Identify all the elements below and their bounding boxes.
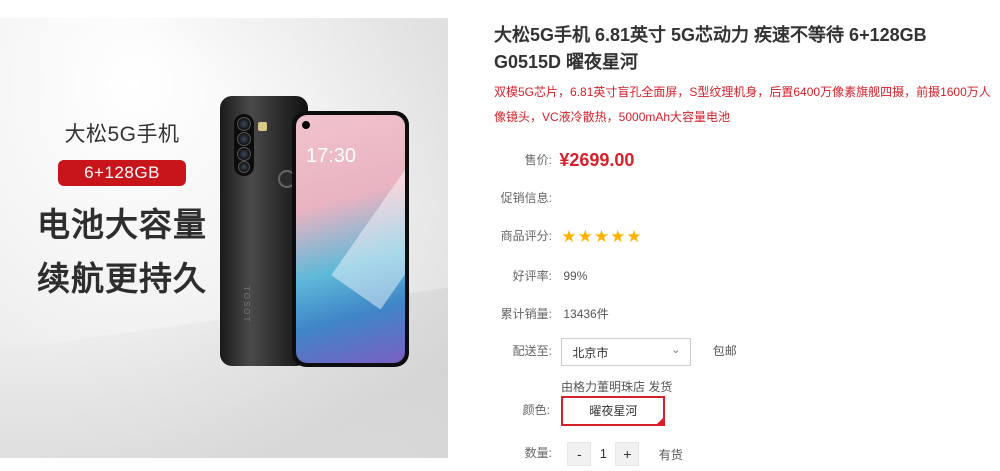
price-value: ¥2699.00 — [559, 150, 635, 170]
delivery-label: 配送至: — [512, 344, 552, 359]
promotion-row: 促销信息: — [494, 189, 552, 206]
color-option-selected[interactable]: 曜夜星河 — [561, 396, 666, 426]
color-option-label: 曜夜星河 — [589, 404, 638, 418]
sales-value: 13436件 — [563, 307, 609, 321]
delivery-city-value: 北京市 — [572, 346, 609, 360]
star-icon: ★ — [593, 227, 610, 246]
sales-label: 累计销量: — [500, 307, 552, 321]
punch-hole-camera-icon — [302, 121, 310, 129]
rating-row: 商品评分: ★★★★★ — [494, 227, 643, 247]
quantity-decrease-button[interactable]: - — [567, 442, 592, 466]
hero-text: 大松5G手机 6+128GB 电池大容量 续航更持久 — [32, 118, 212, 300]
back-logo: TOSOT — [242, 286, 251, 324]
quantity-increase-button[interactable]: + — [615, 442, 640, 466]
camera-module-icon — [234, 114, 254, 176]
delivery-row: 配送至: 北京市 ⌄ 包邮 — [494, 338, 737, 366]
product-title: 大松5G手机 6.81英寸 5G芯动力 疾速不等待 6+128GB G0515D… — [494, 25, 927, 72]
good-rate-value: 99% — [563, 269, 588, 283]
phone-screen: 17:30 — [296, 115, 405, 363]
star-icon: ★ — [626, 227, 642, 246]
sales-row: 累计销量: 13436件 — [494, 305, 609, 322]
quantity-stepper: - 1 + — [567, 442, 640, 466]
product-image: 大松5G手机 6+128GB 电池大容量 续航更持久 TOSOT 17:30 — [0, 18, 448, 458]
stock-status: 有货 — [658, 447, 683, 462]
quantity-label: 数量: — [524, 446, 552, 461]
rating-label: 商品评分: — [500, 229, 552, 244]
star-icon: ★ — [610, 227, 626, 246]
good-rate-label: 好评率: — [512, 269, 552, 283]
price-row: 售价: ¥2699.00 — [494, 150, 635, 171]
hero-slogan-1: 电池大容量 — [37, 206, 207, 243]
price-label: 售价: — [524, 152, 552, 167]
hero-brand: 大松5G手机 — [64, 123, 180, 146]
promotion-label: 促销信息: — [500, 191, 552, 205]
flash-icon — [258, 122, 267, 131]
quantity-input[interactable]: 1 — [591, 442, 615, 466]
quantity-row: 数量: - 1 + 有货 — [494, 442, 683, 466]
phone-front-illustration: 17:30 — [292, 111, 409, 367]
product-promo-text: 双模5G芯片，6.81英寸盲孔全面屏，S型纹理机身，后置6400万像素旗舰四摄，… — [494, 85, 991, 124]
color-row: 颜色: 曜夜星河 — [494, 396, 666, 426]
good-rate-row: 好评率: 99% — [494, 267, 588, 284]
hero-slogan-2: 续航更持久 — [37, 260, 207, 297]
store-text: 由格力董明珠店 发货 — [561, 380, 673, 394]
selected-corner-icon — [655, 416, 666, 426]
star-icon: ★ — [561, 227, 577, 246]
product-details: 大松5G手机 6.81英寸 5G芯动力 疾速不等待 6+128GB G0515D… — [494, 22, 994, 130]
delivery-city-select[interactable]: 北京市 ⌄ — [561, 338, 692, 366]
chevron-down-icon: ⌄ — [671, 344, 681, 356]
shipping-text: 包邮 — [712, 344, 737, 359]
screen-clock: 17:30 — [306, 145, 357, 167]
rating-stars: ★★★★★ — [561, 227, 642, 247]
color-label: 颜色: — [522, 403, 550, 418]
star-icon: ★ — [577, 227, 593, 246]
hero-spec-badge: 6+128GB — [58, 160, 186, 186]
